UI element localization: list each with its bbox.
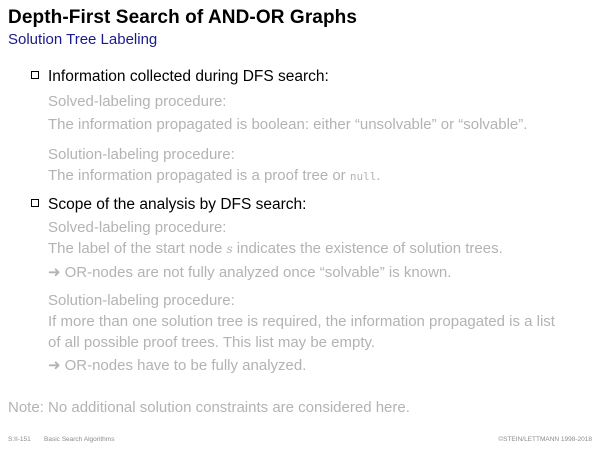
bullet-item-information: Information collected during DFS search:	[31, 68, 329, 86]
solution-text-1: The information propagated is a proof tr…	[48, 167, 381, 184]
solved-text-2-end: indicates the existence of solution tree…	[232, 240, 503, 257]
solution-label-1: Solution-labeling procedure:	[48, 146, 235, 163]
arrow-right-icon: ➜	[48, 264, 61, 281]
slide-number: S:II-151	[8, 436, 31, 443]
solution-conclusion: ➜ OR-nodes have to be fully analyzed.	[48, 356, 306, 374]
solved-text-1: The information propagated is boolean: e…	[48, 116, 528, 133]
copyright: ©STEIN/LETTMANN 1998-2018	[498, 436, 592, 443]
square-bullet-icon	[31, 71, 39, 79]
solved-conclusion-text: OR-nodes are not fully analyzed once “so…	[64, 264, 452, 281]
solved-label-2: Solved-labeling procedure:	[48, 219, 227, 236]
bullet-heading: Scope of the analysis by DFS search:	[48, 196, 307, 213]
page-title: Depth-First Search of AND-OR Graphs	[8, 7, 358, 28]
arrow-right-icon: ➜	[48, 357, 61, 374]
solved-label-1: Solved-labeling procedure:	[48, 93, 227, 110]
solution-label-2: Solution-labeling procedure:	[48, 292, 235, 309]
square-bullet-icon	[31, 199, 39, 207]
solution-conclusion-text: OR-nodes have to be fully analyzed.	[64, 357, 307, 374]
solution-text-2-line2: of all possible proof trees. This list m…	[48, 334, 376, 351]
solved-text-2-start: The label of the start node	[48, 240, 227, 257]
bullet-heading: Information collected during DFS search:	[48, 68, 329, 85]
solved-text-2: The label of the start node s indicates …	[48, 240, 503, 257]
page-subtitle: Solution Tree Labeling	[8, 31, 158, 48]
course-name: Basic Search Algorithms	[44, 436, 115, 443]
null-code: null	[349, 170, 377, 183]
bullet-item-scope: Scope of the analysis by DFS search:	[31, 196, 306, 214]
solved-conclusion: ➜ OR-nodes are not fully analyzed once “s…	[48, 263, 451, 281]
solution-text-1-end: .	[376, 167, 381, 184]
solution-text-2-line1: If more than one solution tree is requir…	[48, 313, 555, 330]
note-text: Note: No additional solution constraints…	[8, 399, 410, 416]
solution-text-1-start: The information propagated is a proof tr…	[48, 167, 350, 184]
